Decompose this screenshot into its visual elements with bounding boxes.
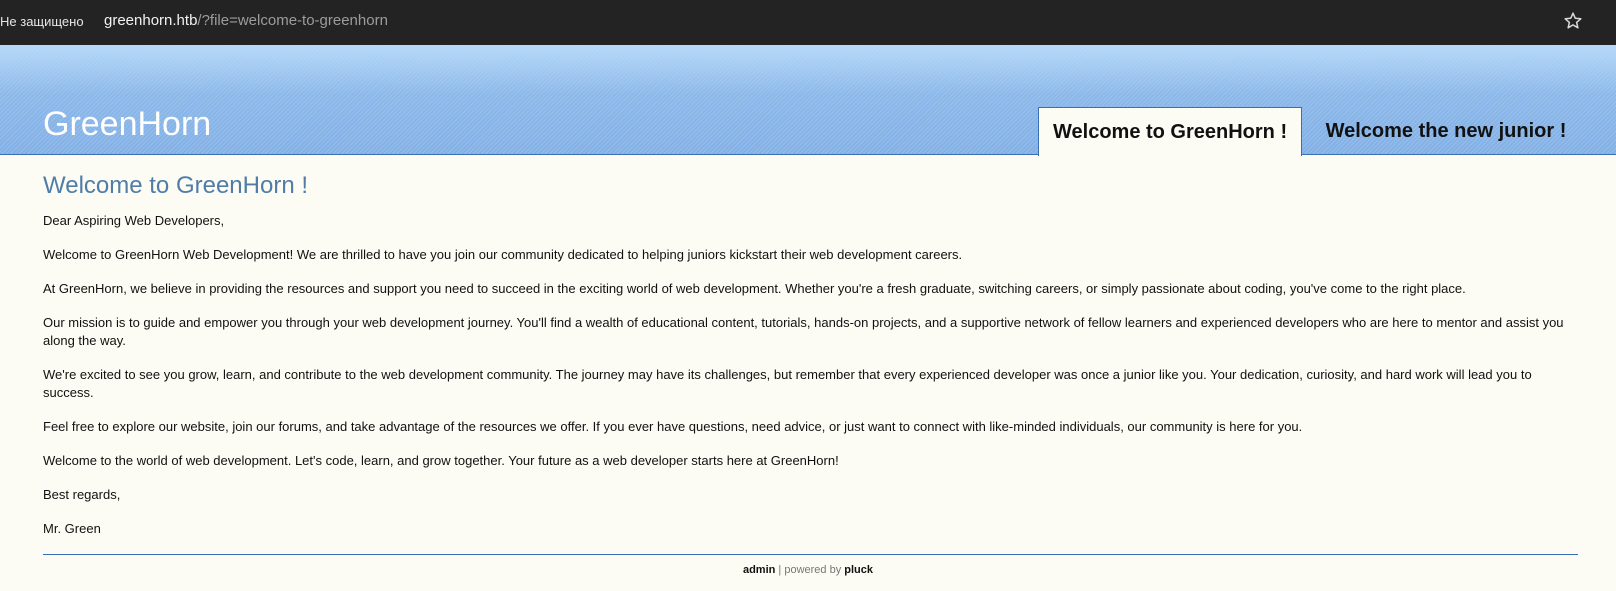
paragraph-regards: Best regards, <box>43 487 121 502</box>
paragraph-growth: We're excited to see you grow, learn, an… <box>43 367 1532 400</box>
security-indicator[interactable]: Не защищено <box>0 14 84 29</box>
paragraph-explore: Feel free to explore our website, join o… <box>43 419 1303 434</box>
site-header: GreenHorn Welcome to GreenHorn ! Welcome… <box>0 45 1616 156</box>
paragraph-belief: At GreenHorn, we believe in providing th… <box>43 281 1466 296</box>
url-host: greenhorn.htb <box>104 12 198 29</box>
paragraph-world: Welcome to the world of web development.… <box>43 453 839 468</box>
url-field[interactable]: greenhorn.htb/?file=welcome-to-greenhorn <box>104 12 388 29</box>
star-icon[interactable] <box>1563 11 1583 31</box>
url-path: /?file=welcome-to-greenhorn <box>197 12 388 29</box>
site-title-link[interactable]: GreenHorn <box>43 105 211 144</box>
footer: admin | powered by pluck <box>0 564 1616 576</box>
admin-link[interactable]: admin <box>743 564 775 576</box>
paragraph-greeting: Dear Aspiring Web Developers, <box>43 213 225 228</box>
pluck-link[interactable]: pluck <box>844 564 873 576</box>
paragraph-mission: Our mission is to guide and empower you … <box>43 315 1564 348</box>
footer-divider <box>43 554 1578 555</box>
paragraph-welcome: Welcome to GreenHorn Web Development! We… <box>43 247 963 262</box>
paragraph-signature: Mr. Green <box>43 521 101 536</box>
page-title: Welcome to GreenHorn ! <box>43 172 308 199</box>
browser-address-bar: Не защищено greenhorn.htb/?file=welcome-… <box>0 0 1616 45</box>
tab-welcome-the-new-junior[interactable]: Welcome the new junior ! <box>1306 107 1586 155</box>
footer-separator-text: | powered by <box>775 564 845 576</box>
tab-welcome-to-greenhorn[interactable]: Welcome to GreenHorn ! <box>1038 107 1302 156</box>
main-content: Welcome to GreenHorn ! Dear Aspiring Web… <box>43 171 1578 554</box>
